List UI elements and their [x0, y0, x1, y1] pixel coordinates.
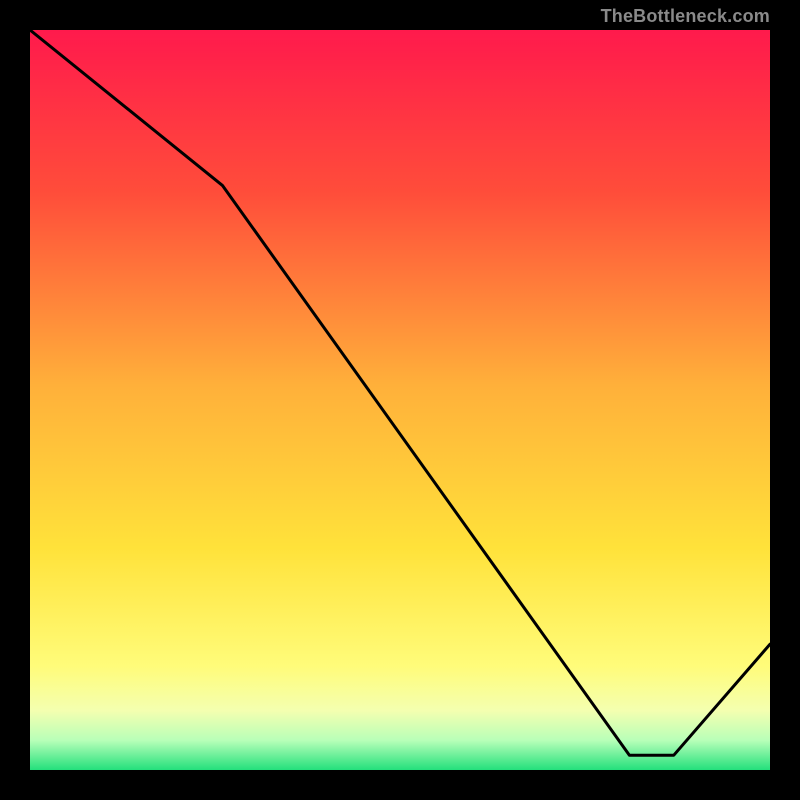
chart-svg [30, 30, 770, 770]
plot-area [30, 30, 770, 770]
attribution-text: TheBottleneck.com [601, 6, 770, 27]
chart-background [30, 30, 770, 770]
chart-frame: { "attribution": "TheBottleneck.com", "c… [0, 0, 800, 800]
